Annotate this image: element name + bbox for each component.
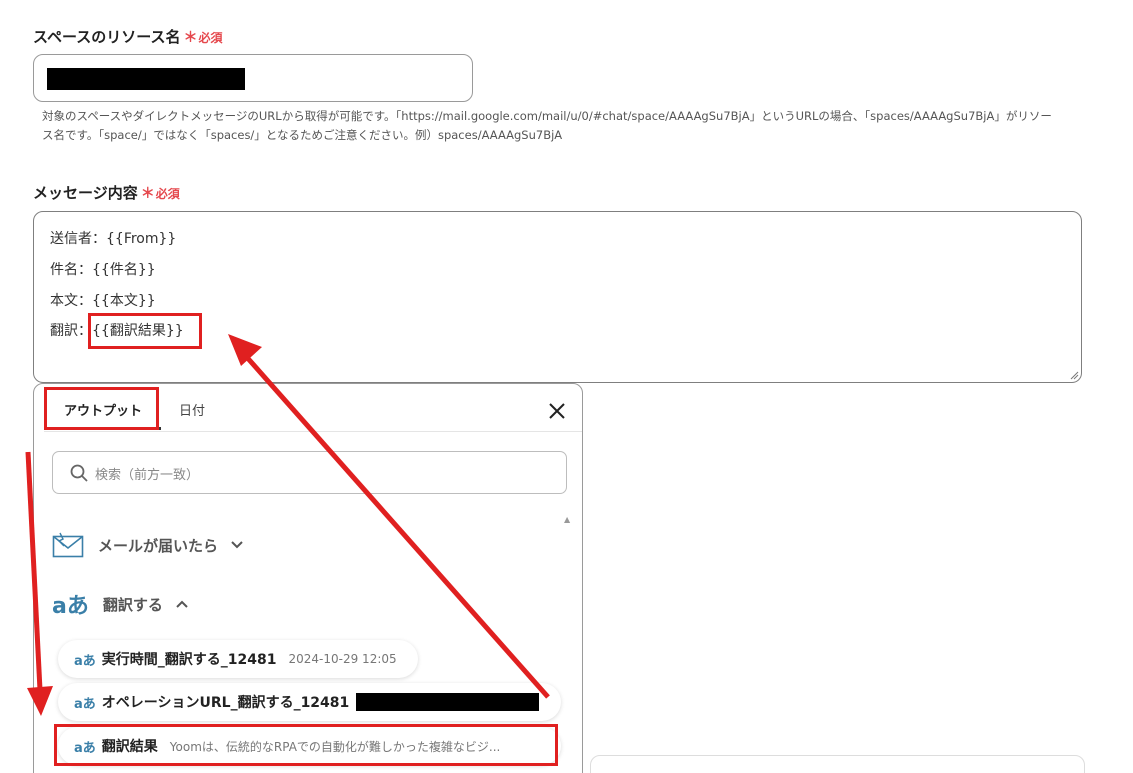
translate-icon: aあ bbox=[74, 696, 96, 712]
search-input[interactable]: 検索（前方一致） bbox=[52, 451, 567, 494]
tab-date[interactable]: 日付 bbox=[179, 400, 205, 419]
help-line-2: ス名です。「space/」ではなく「spaces/」となるためご注意ください。例… bbox=[42, 128, 563, 142]
scroll-up-icon[interactable]: ▲ bbox=[564, 515, 570, 524]
output-item-name: オペレーションURL_翻訳する_12481 bbox=[101, 695, 350, 711]
required-badge: ＊必須 bbox=[140, 186, 180, 202]
translate-icon: aあ bbox=[74, 653, 96, 669]
message-line-translation: 翻訳：{{翻訳結果}} bbox=[50, 320, 184, 340]
active-tab-indicator bbox=[46, 427, 161, 430]
output-item-value: 2024-10-29 12:05 bbox=[288, 652, 397, 666]
section-translate[interactable]: aあ 翻訳する bbox=[52, 589, 189, 619]
translation-variable: {{翻訳結果}} bbox=[92, 323, 184, 339]
section-translate-label: 翻訳する bbox=[102, 595, 163, 614]
required-star: ＊ bbox=[183, 30, 198, 46]
mail-icon bbox=[52, 532, 84, 558]
output-item-translation-result[interactable]: aあ 翻訳結果 Yoomは、伝統的なRPAでの自動化が難しかった複雑なビジ... bbox=[58, 727, 561, 765]
chevron-up-icon bbox=[176, 600, 188, 608]
section-mail-label: メールが届いたら bbox=[98, 536, 219, 555]
search-icon bbox=[70, 464, 88, 482]
help-line-1: 対象のスペースやダイレクトメッセージのURLから取得が可能です。「https:/… bbox=[42, 109, 1052, 123]
translate-icon: aあ bbox=[74, 740, 96, 756]
output-item-name: 翻訳結果 bbox=[101, 739, 158, 755]
translate-icon: aあ bbox=[52, 594, 89, 619]
redacted-operation-url bbox=[356, 693, 539, 711]
message-line-subject: 件名：{{件名}} bbox=[50, 262, 156, 278]
output-item-value: Yoomは、伝統的なRPAでの自動化が難しかった複雑なビジ... bbox=[169, 739, 501, 754]
required-text: 必須 bbox=[155, 187, 180, 201]
tab-divider bbox=[44, 431, 582, 432]
resize-grip-icon[interactable] bbox=[1069, 370, 1079, 380]
translation-prefix: 翻訳： bbox=[50, 323, 92, 339]
next-field-stub bbox=[590, 755, 1085, 773]
space-resource-help: 対象のスペースやダイレクトメッセージのURLから取得が可能です。「https:/… bbox=[42, 107, 1087, 145]
chevron-down-icon bbox=[231, 541, 243, 549]
output-item-name: 実行時間_翻訳する_12481 bbox=[101, 652, 277, 668]
message-content-label: メッセージ内容 ＊必須 bbox=[33, 182, 180, 203]
required-badge: ＊必須 bbox=[183, 30, 223, 46]
message-content-label-text: メッセージ内容 bbox=[33, 184, 138, 202]
redacted-space-value bbox=[47, 68, 245, 90]
required-star: ＊ bbox=[140, 186, 155, 202]
search-placeholder: 検索（前方一致） bbox=[95, 468, 200, 483]
tab-output[interactable]: アウトプット bbox=[64, 400, 142, 419]
space-resource-label-text: スペースのリソース名 bbox=[33, 28, 181, 46]
required-text: 必須 bbox=[198, 31, 223, 45]
space-resource-label: スペースのリソース名 ＊必須 bbox=[33, 26, 222, 47]
output-picker-popup: アウトプット 日付 検索（前方一致） ▲ メールが届いたら aあ 翻訳する aあ… bbox=[33, 383, 583, 773]
close-icon[interactable] bbox=[546, 400, 568, 422]
output-item-exec-time[interactable]: aあ 実行時間_翻訳する_12481 2024-10-29 12:05 bbox=[58, 640, 418, 678]
message-content-textarea[interactable]: 送信者：{{From}} 件名：{{件名}} 本文：{{本文}} 翻訳：{{翻訳… bbox=[33, 211, 1082, 383]
message-line-sender: 送信者：{{From}} bbox=[50, 231, 177, 247]
section-mail-received[interactable]: メールが届いたら bbox=[52, 530, 244, 560]
message-line-body: 本文：{{本文}} bbox=[50, 293, 156, 309]
